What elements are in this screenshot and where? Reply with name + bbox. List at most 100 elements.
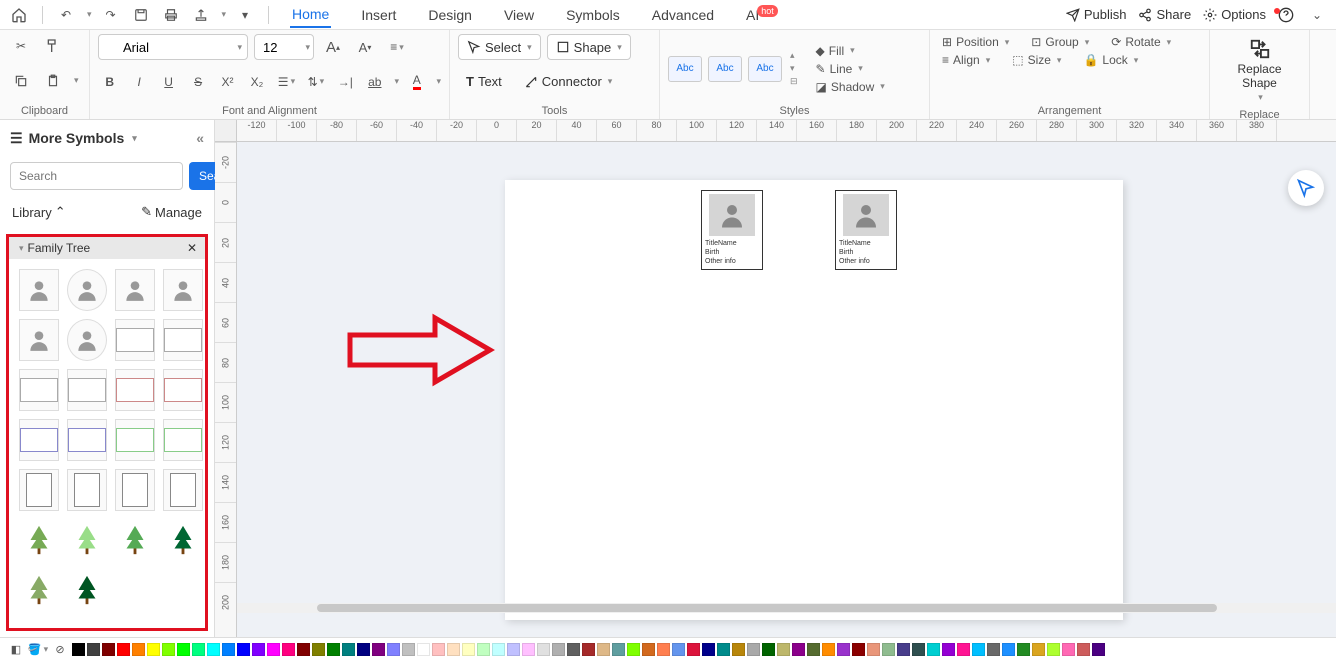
family-card-1[interactable]: TitleName Birth Other info [701, 190, 763, 270]
no-fill-icon[interactable]: ⊘ [50, 641, 70, 659]
color-swatch[interactable] [822, 643, 835, 656]
symbol-avatar[interactable] [19, 269, 59, 311]
clear-format-icon[interactable]: ab [363, 70, 386, 94]
tab-design[interactable]: Design [426, 3, 474, 27]
symbol-search-input[interactable] [10, 162, 183, 190]
replace-shape-button[interactable]: Replace Shape ▾ [1218, 34, 1301, 107]
color-swatch[interactable] [972, 643, 985, 656]
collapse-sidebar-icon[interactable]: « [196, 130, 204, 146]
line-button[interactable]: ✎ Line▾ [812, 61, 889, 77]
italic-icon[interactable]: I [127, 70, 150, 94]
color-swatch[interactable] [597, 643, 610, 656]
color-swatch[interactable] [897, 643, 910, 656]
symbol-tree4[interactable] [163, 519, 203, 561]
color-swatch[interactable] [102, 643, 115, 656]
styles-more-icon[interactable]: ⊟ [790, 76, 798, 87]
paste-icon[interactable] [40, 69, 66, 93]
color-swatch[interactable] [162, 643, 175, 656]
panel-close-icon[interactable]: ✕ [187, 241, 197, 255]
size-button[interactable]: ⬚ Size▾ [1008, 52, 1065, 68]
color-swatch[interactable] [837, 643, 850, 656]
bullets-icon[interactable]: ☰▾ [275, 70, 298, 94]
symbol-tree5[interactable] [19, 569, 59, 611]
color-swatch[interactable] [177, 643, 190, 656]
color-swatch[interactable] [1017, 643, 1030, 656]
superscript-icon[interactable]: X² [216, 70, 239, 94]
underline-icon[interactable]: U [157, 70, 180, 94]
color-swatch[interactable] [432, 643, 445, 656]
color-swatch[interactable] [462, 643, 475, 656]
color-swatch[interactable] [237, 643, 250, 656]
symbol-avatar-label[interactable] [115, 269, 155, 311]
symbol-card[interactable] [163, 319, 203, 361]
style-swatch-2[interactable]: Abc [708, 56, 742, 82]
align-button[interactable]: ≡ Align▾ [938, 52, 994, 68]
color-swatch[interactable] [927, 643, 940, 656]
lock-button[interactable]: 🔒 Lock▾ [1079, 52, 1142, 68]
pick-color-icon[interactable]: ◧ [6, 641, 26, 659]
symbol-vcard[interactable] [115, 469, 155, 511]
connector-tool[interactable]: Connector▾ [516, 69, 621, 95]
color-swatch[interactable] [1092, 643, 1105, 656]
symbol-card[interactable] [67, 369, 107, 411]
color-swatch[interactable] [747, 643, 760, 656]
symbol-avatar-label[interactable] [163, 269, 203, 311]
ai-assistant-button[interactable] [1288, 170, 1324, 206]
color-swatch[interactable] [297, 643, 310, 656]
align-dropdown-icon[interactable]: ≡▾ [384, 35, 410, 59]
color-swatch[interactable] [522, 643, 535, 656]
color-swatch[interactable] [222, 643, 235, 656]
line-spacing-icon[interactable]: ⇅▾ [304, 70, 327, 94]
symbol-card-green[interactable] [115, 419, 155, 461]
family-card-2[interactable]: TitleName Birth Other info [835, 190, 897, 270]
symbol-card-blue[interactable] [67, 419, 107, 461]
cut-icon[interactable]: ✂ [8, 34, 34, 58]
symbol-tree3[interactable] [115, 519, 155, 561]
symbol-vcard[interactable] [67, 469, 107, 511]
color-swatch[interactable] [192, 643, 205, 656]
color-swatch[interactable] [957, 643, 970, 656]
color-swatch[interactable] [342, 643, 355, 656]
strikethrough-icon[interactable]: S [186, 70, 209, 94]
color-swatch[interactable] [807, 643, 820, 656]
color-swatch[interactable] [612, 643, 625, 656]
library-toggle[interactable]: Library ⌃ [12, 204, 66, 220]
symbol-vcard[interactable] [163, 469, 203, 511]
tab-symbols[interactable]: Symbols [564, 3, 622, 27]
manage-button[interactable]: ✎ Manage [141, 204, 202, 220]
color-swatch[interactable] [732, 643, 745, 656]
color-swatch[interactable] [492, 643, 505, 656]
color-swatch[interactable] [657, 643, 670, 656]
color-swatch[interactable] [1002, 643, 1015, 656]
color-swatch[interactable] [372, 643, 385, 656]
tab-advanced[interactable]: Advanced [650, 3, 716, 27]
decrease-font-icon[interactable]: A▾ [352, 35, 378, 59]
symbol-tree6[interactable] [67, 569, 107, 611]
panel-collapse-icon[interactable]: ▾ [19, 243, 24, 254]
color-swatch[interactable] [267, 643, 280, 656]
color-swatch[interactable] [987, 643, 1000, 656]
color-swatch[interactable] [1047, 643, 1060, 656]
symbol-avatar[interactable] [19, 319, 59, 361]
color-swatch[interactable] [357, 643, 370, 656]
styles-up-icon[interactable]: ▴ [790, 50, 798, 61]
color-swatch[interactable] [282, 643, 295, 656]
color-swatch[interactable] [777, 643, 790, 656]
color-swatch[interactable] [852, 643, 865, 656]
color-swatch[interactable] [402, 643, 415, 656]
shadow-button[interactable]: ◪ Shadow▾ [812, 79, 889, 95]
symbol-avatar-circle[interactable] [67, 269, 107, 311]
color-swatch[interactable] [537, 643, 550, 656]
color-swatch[interactable] [762, 643, 775, 656]
color-swatch[interactable] [87, 643, 100, 656]
color-swatch[interactable] [507, 643, 520, 656]
horizontal-scrollbar[interactable] [237, 603, 1336, 613]
tab-ai[interactable]: AIhot [744, 3, 782, 27]
color-swatch[interactable] [792, 643, 805, 656]
color-swatch[interactable] [627, 643, 640, 656]
font-color-icon[interactable]: A [405, 70, 428, 94]
rotate-button[interactable]: ⟳ Rotate▾ [1107, 34, 1175, 50]
color-swatch[interactable] [327, 643, 340, 656]
symbol-card-red[interactable] [115, 369, 155, 411]
symbol-avatar-circle[interactable] [67, 319, 107, 361]
